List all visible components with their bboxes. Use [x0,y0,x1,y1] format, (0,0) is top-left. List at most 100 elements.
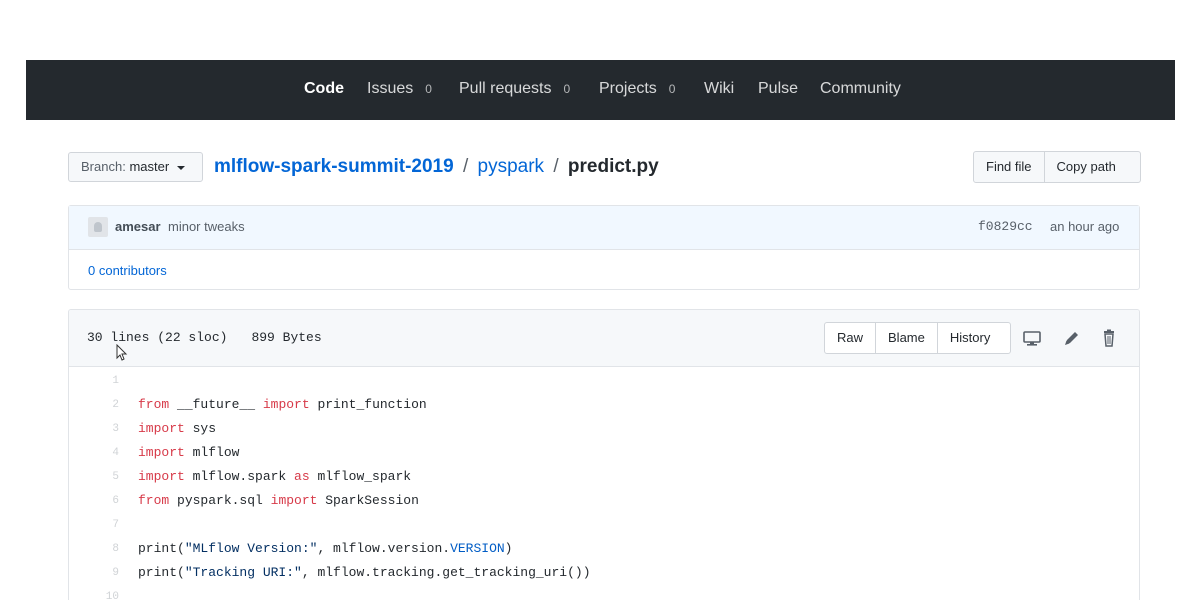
pencil-icon[interactable] [1062,328,1082,348]
code-line: 9 print("Tracking URI:", mlflow.tracking.… [69,561,1139,585]
trash-icon[interactable] [1099,328,1119,348]
code-token: import [270,493,318,508]
code-token: from [138,397,170,412]
file-viewer: 30 lines (22 sloc) 899 Bytes Raw Blame Hi… [68,309,1140,600]
tab-projects-label: Projects [599,80,657,97]
code-token: from [138,493,170,508]
code-token: ) [504,541,513,556]
code-token: import [262,397,310,412]
avatar[interactable] [88,217,108,237]
tab-code[interactable]: Code [304,60,344,120]
breadcrumb-file: predict.py [567,156,659,177]
file-line-count: 30 lines (22 sloc) [87,330,228,345]
line-number[interactable]: 3 [69,417,119,441]
file-size: 899 Bytes [251,330,322,345]
code-token: __future__ [169,397,263,412]
line-number[interactable]: 8 [69,537,119,561]
line-number[interactable]: 2 [69,393,119,417]
caret-down-icon [176,165,185,170]
code-line: 7 [69,513,1139,537]
pull-requests-counter: 0 [563,82,571,96]
commit-sha[interactable]: f0829cc [978,219,1033,234]
code-token: VERSION [450,541,505,556]
desktop-icon[interactable] [1022,328,1042,348]
code-token: , mlflow.tracking.get_tracking_uri()) [301,565,591,580]
code-token: print( [138,565,185,580]
breadcrumb-repo-link[interactable]: mlflow-spark-summit-2019 [214,156,454,177]
code-token: mlflow.spark [184,469,295,484]
code-text: from pyspark.sql import SparkSession [138,489,419,513]
code-line: 8 print("MLflow Version:", mlflow.version… [69,537,1139,561]
code-text: import mlflow.spark as mlflow_spark [138,465,411,489]
code-token: import [138,445,185,460]
browser-page: Code Issues 0 Pull requests 0 Projects 0 Wi… [26,60,1175,600]
branch-name: master [129,159,170,174]
raw-button[interactable]: Raw [825,323,875,353]
blame-button[interactable]: Blame [875,323,937,353]
code-token: print_function [309,397,427,412]
branch-prefix: Branch: [81,159,126,174]
code-line: 4 import mlflow [69,441,1139,465]
tab-community-label: Community [820,80,901,97]
code-token: print( [138,541,185,556]
contributors-link[interactable]: 0 contributors [88,263,167,278]
repo-nav: Code Issues 0 Pull requests 0 Projects 0 Wi… [26,60,1175,120]
commit-message[interactable]: minor tweaks [168,219,245,234]
commit-tease: amesar minor tweaks f0829cc an hour ago … [68,205,1140,290]
code-line: 5 import mlflow.spark as mlflow_spark [69,465,1139,489]
tab-pull-requests[interactable]: Pull requests 0 [459,60,574,120]
code-text: import mlflow [138,441,239,465]
code-line: 2 from __future__ import print_function [69,393,1139,417]
code-token: , mlflow.version. [317,541,451,556]
file-actions: Raw Blame History [824,322,1011,354]
code-line: 3 import sys [69,417,1139,441]
breadcrumb-dir-link[interactable]: pyspark [478,156,545,177]
code-line: 1 [69,369,1139,393]
tab-pulse-label: Pulse [758,80,799,97]
copy-path-button[interactable]: Copy path [1043,152,1128,182]
tab-community[interactable]: Community [820,60,901,120]
code-text: print("MLflow Version:", mlflow.version.… [138,537,512,561]
line-number[interactable]: 9 [69,561,119,585]
tab-pull-requests-label: Pull requests [459,80,552,97]
code-token: mlflow_spark [309,469,412,484]
commit-age: an hour ago [1050,219,1120,234]
branch-select[interactable]: Branch: master [68,152,203,182]
line-number[interactable]: 5 [69,465,119,489]
tab-issues[interactable]: Issues 0 [367,60,436,120]
line-number[interactable]: 4 [69,441,119,465]
breadcrumb-separator: / [553,156,559,177]
tab-projects[interactable]: Projects 0 [599,60,679,120]
file-info: 30 lines (22 sloc) 899 Bytes [87,330,322,345]
breadcrumb: mlflow-spark-summit-2019 / pyspark / pre… [214,155,659,179]
line-number[interactable]: 6 [69,489,119,513]
tab-wiki[interactable]: Wiki [704,60,734,120]
code-token: pyspark.sql [169,493,271,508]
projects-counter: 0 [668,82,676,96]
tab-pulse[interactable]: Pulse [758,60,798,120]
code-token: SparkSession [317,493,419,508]
file-header: 30 lines (22 sloc) 899 Bytes Raw Blame Hi… [69,310,1139,367]
code-text: import sys [138,417,216,441]
tab-code-label: Code [304,80,344,97]
find-file-button[interactable]: Find file [974,152,1044,182]
line-number[interactable]: 1 [69,369,119,393]
file-nav-buttons: Find file Copy path [973,151,1141,183]
code-text: print("Tracking URI:", mlflow.tracking.g… [138,561,591,585]
issues-counter: 0 [425,82,432,96]
code-token: mlflow [184,445,240,460]
breadcrumb-separator: / [462,156,469,177]
code-text: from __future__ import print_function [138,393,427,417]
line-number[interactable]: 10 [69,585,119,600]
history-button[interactable]: History [936,323,1002,353]
code-line: 6 from pyspark.sql import SparkSession [69,489,1139,513]
tab-issues-label: Issues [367,80,414,97]
code-token: as [294,469,310,484]
line-number[interactable]: 7 [69,513,119,537]
commit-author[interactable]: amesar [115,219,161,234]
latest-commit: amesar minor tweaks f0829cc an hour ago [69,206,1139,250]
code-token: "MLflow Version:" [184,541,318,556]
code-token: "Tracking URI:" [184,565,302,580]
code-token: import [138,469,185,484]
code-line: 10 [69,585,1139,600]
